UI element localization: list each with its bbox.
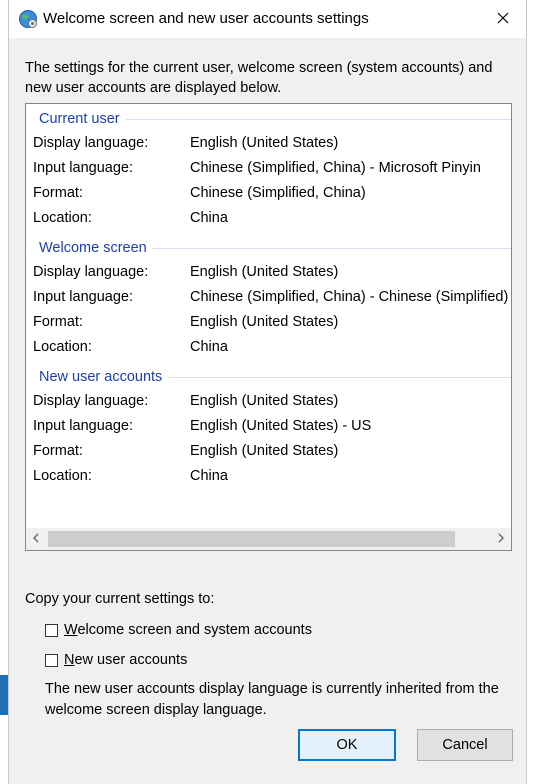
list-item[interactable]: Input language: Chinese (Simplified, Chi… [33, 159, 511, 181]
setting-key: Input language: [33, 418, 133, 434]
setting-value: English (United States) [190, 314, 339, 330]
chevron-right-icon [497, 532, 505, 546]
setting-key: Format: [33, 443, 83, 459]
setting-value: Chinese (Simplified, China) [190, 185, 366, 201]
setting-value: English (United States) [190, 393, 339, 409]
setting-key: Input language: [33, 289, 133, 305]
setting-key: Display language: [33, 135, 149, 151]
group-header-welcome-screen: Welcome screen [39, 238, 511, 258]
welcome-screen-checkbox-row[interactable]: Welcome screen and system accounts [45, 620, 312, 640]
group-header-new-user-accounts: New user accounts [39, 367, 511, 387]
title-bar[interactable]: Welcome screen and new user accounts set… [9, 0, 526, 38]
list-item[interactable]: Display language: English (United States… [33, 134, 511, 156]
access-key: N [64, 652, 75, 668]
checkbox-label: Welcome screen and system accounts [64, 622, 312, 638]
group-divider [125, 118, 511, 120]
scrollbar-thumb[interactable] [48, 531, 455, 547]
checkbox-label-rest: ew user accounts [74, 652, 188, 668]
list-item[interactable]: Display language: English (United States… [33, 392, 511, 414]
scroll-right-button[interactable] [491, 528, 511, 550]
setting-value: Chinese (Simplified, China) - Microsoft … [190, 160, 481, 176]
checkbox-label: New user accounts [64, 652, 187, 668]
list-item[interactable]: Input language: English (United States) … [33, 417, 511, 439]
setting-key: Location: [33, 210, 92, 226]
setting-key: Display language: [33, 393, 149, 409]
group-header-label: New user accounts [39, 369, 163, 385]
background-right [527, 0, 535, 784]
close-icon [497, 11, 509, 27]
list-item[interactable]: Format: Chinese (Simplified, China) [33, 184, 511, 206]
setting-value: English (United States) - US [190, 418, 372, 434]
setting-key: Input language: [33, 160, 133, 176]
ok-button[interactable]: OK [298, 729, 396, 761]
globe-settings-icon [18, 9, 38, 29]
setting-value: China [190, 468, 228, 484]
setting-key: Display language: [33, 264, 149, 280]
setting-key: Location: [33, 468, 92, 484]
group-header-label: Welcome screen [39, 240, 147, 256]
scroll-left-button[interactable] [26, 528, 46, 550]
cancel-button[interactable]: Cancel [417, 729, 513, 761]
setting-value: China [190, 339, 228, 355]
checkbox-label-rest: elcome screen and system accounts [77, 622, 312, 638]
access-key: W [64, 622, 78, 638]
list-item[interactable]: Location: China [33, 338, 511, 360]
intro-text: The settings for the current user, welco… [25, 60, 493, 96]
setting-value: English (United States) [190, 443, 339, 459]
list-item[interactable]: Format: English (United States) [33, 442, 511, 464]
list-item[interactable]: Display language: English (United States… [33, 263, 511, 285]
list-item[interactable]: Format: English (United States) [33, 313, 511, 335]
horizontal-scrollbar[interactable] [26, 528, 511, 550]
group-divider [152, 247, 511, 249]
group-divider [168, 376, 511, 378]
list-item[interactable]: Location: China [33, 467, 511, 489]
background-taskbar-edge [0, 675, 8, 715]
setting-value: English (United States) [190, 135, 339, 151]
setting-key: Location: [33, 339, 92, 355]
group-header-current-user: Current user [39, 109, 511, 129]
setting-key: Format: [33, 185, 83, 201]
dialog-window: Welcome screen and new user accounts set… [8, 0, 527, 784]
list-item[interactable]: Location: China [33, 209, 511, 231]
chevron-left-icon [32, 532, 40, 546]
group-header-label: Current user [39, 111, 120, 127]
list-item[interactable]: Input language: Chinese (Simplified, Chi… [33, 288, 511, 310]
copy-settings-label: Copy your current settings to: [25, 591, 215, 607]
setting-value: Chinese (Simplified, China) - Chinese (S… [190, 289, 509, 305]
new-user-accounts-checkbox[interactable] [45, 653, 58, 667]
setting-value: English (United States) [190, 264, 339, 280]
close-button[interactable] [480, 0, 526, 38]
settings-listbox[interactable]: Current user Display language: English (… [25, 103, 512, 551]
inheritance-note: The new user accounts display language i… [45, 681, 499, 718]
new-user-accounts-checkbox-row[interactable]: New user accounts [45, 650, 187, 670]
settings-list-content: Current user Display language: English (… [26, 104, 511, 528]
window-title: Welcome screen and new user accounts set… [43, 10, 369, 27]
background-left [0, 0, 8, 784]
setting-key: Format: [33, 314, 83, 330]
welcome-screen-checkbox[interactable] [45, 623, 58, 637]
setting-value: China [190, 210, 228, 226]
